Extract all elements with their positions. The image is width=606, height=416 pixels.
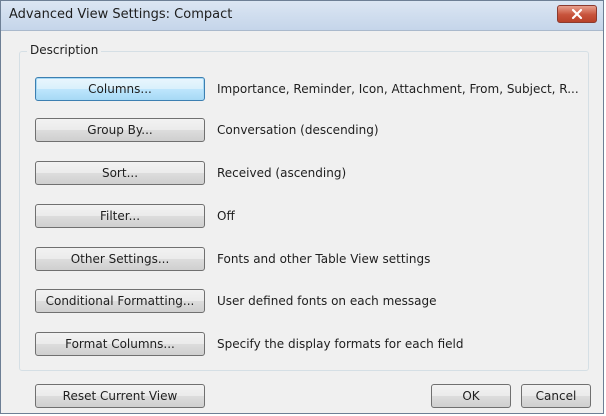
group-by-value: Conversation (descending) xyxy=(217,123,379,137)
group-by-button[interactable]: Group By... xyxy=(35,118,205,142)
columns-value: Importance, Reminder, Icon, Attachment, … xyxy=(217,82,579,96)
sort-value: Received (ascending) xyxy=(217,166,347,180)
dialog-window: Advanced View Settings: Compact Descript… xyxy=(0,0,604,414)
filter-button[interactable]: Filter... xyxy=(35,204,205,228)
sort-button[interactable]: Sort... xyxy=(35,161,205,185)
format-columns-button[interactable]: Format Columns... xyxy=(35,332,205,356)
cancel-button[interactable]: Cancel xyxy=(521,384,591,408)
other-settings-button[interactable]: Other Settings... xyxy=(35,247,205,271)
window-title: Advanced View Settings: Compact xyxy=(9,7,233,22)
description-label: Description xyxy=(27,43,102,57)
format-columns-value: Specify the display formats for each fie… xyxy=(217,337,464,351)
columns-button[interactable]: Columns... xyxy=(35,77,205,101)
title-bar[interactable]: Advanced View Settings: Compact xyxy=(1,1,603,31)
filter-value: Off xyxy=(217,209,235,223)
ok-button[interactable]: OK xyxy=(431,384,511,408)
close-button[interactable] xyxy=(557,5,597,23)
conditional-formatting-value: User defined fonts on each message xyxy=(217,294,437,308)
other-settings-value: Fonts and other Table View settings xyxy=(217,252,431,266)
close-icon xyxy=(571,8,583,20)
reset-current-view-button[interactable]: Reset Current View xyxy=(35,384,205,408)
conditional-formatting-button[interactable]: Conditional Formatting... xyxy=(35,289,205,313)
